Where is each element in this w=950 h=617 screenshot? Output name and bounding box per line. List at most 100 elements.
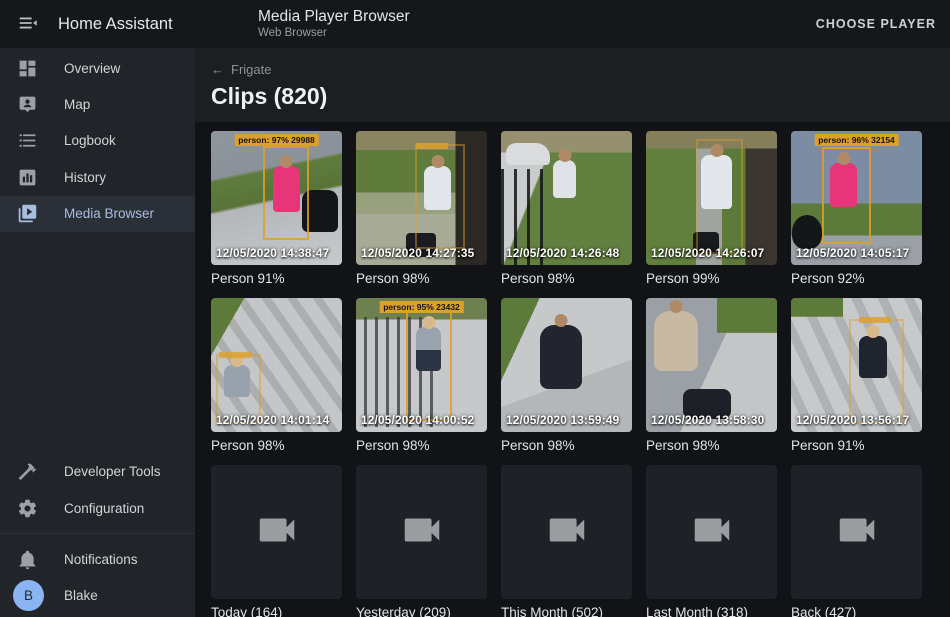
clip-label: Person 91% — [791, 438, 922, 453]
sidebar-item-label: Configuration — [64, 501, 144, 516]
clip-card[interactable]: 12/05/2020 14:26:07 Person 99% — [646, 131, 777, 286]
bell-icon — [17, 547, 41, 571]
clip-thumbnail: 12/05/2020 14:01:14 — [211, 298, 342, 432]
hammer-icon — [17, 460, 41, 484]
view-dashboard-icon — [17, 56, 41, 80]
folder-label: Today (164) — [211, 605, 342, 617]
media-player-title: Media Player Browser — [258, 7, 410, 26]
media-browser-header: Frigate Clips (820) — [195, 48, 950, 122]
media-player-subtitle: Web Browser — [258, 26, 410, 40]
folder-thumbnail — [791, 465, 922, 599]
clip-card[interactable]: 12/05/2020 14:01:14 Person 98% — [211, 298, 342, 453]
clip-card[interactable]: 12/05/2020 14:26:48 Person 98% — [501, 131, 632, 286]
sidebar-item-history[interactable]: History — [0, 159, 195, 195]
clip-label: Person 98% — [501, 271, 632, 286]
sidebar-item-label: Media Browser — [64, 206, 154, 221]
list-bulleted-icon — [17, 129, 41, 153]
person-figure — [654, 311, 698, 371]
clip-card[interactable]: person: 95% 23432 12/05/2020 14:00:52 Pe… — [356, 298, 487, 453]
folder-card-this-month[interactable]: This Month (502) — [501, 465, 632, 617]
clip-label: Person 98% — [356, 271, 487, 286]
clip-timestamp: 12/05/2020 14:01:14 — [216, 413, 329, 427]
clip-card[interactable]: 12/05/2020 13:59:49 Person 98% — [501, 298, 632, 453]
detection-bounding-box — [263, 146, 309, 240]
main-content: Frigate Clips (820) person: 97% 29988 12… — [195, 48, 950, 617]
play-box-multiple-icon — [17, 202, 41, 226]
sidebar-item-label: Logbook — [64, 133, 116, 148]
detection-bounding-box — [406, 307, 452, 421]
sidebar-item-logbook[interactable]: Logbook — [0, 123, 195, 159]
sidebar-item-label: Map — [64, 97, 90, 112]
sidebar-item-map[interactable]: Map — [0, 86, 195, 122]
clip-timestamp: 12/05/2020 13:56:17 — [796, 413, 909, 427]
sidebar-item-label: Overview — [64, 61, 120, 76]
car-figure — [506, 143, 550, 165]
sidebar-item-user-profile[interactable]: B Blake — [0, 578, 195, 614]
app-title: Home Assistant — [58, 15, 173, 34]
sidebar-item-label: History — [64, 170, 106, 185]
sidebar-item-developer-tools[interactable]: Developer Tools — [0, 453, 195, 489]
choose-player-button[interactable]: CHOOSE PLAYER — [816, 0, 936, 48]
media-player-header: Media Player Browser Web Browser — [258, 7, 410, 41]
sidebar-toggle-button[interactable] — [10, 6, 46, 42]
sidebar: Overview Map Logbook — [0, 48, 195, 617]
clip-thumbnail: 12/05/2020 14:26:48 — [501, 131, 632, 265]
clip-label: Person 98% — [211, 438, 342, 453]
folder-card-last-month[interactable]: Last Month (318) — [646, 465, 777, 617]
person-figure — [540, 325, 582, 389]
folder-card-yesterday[interactable]: Yesterday (209) — [356, 465, 487, 617]
sidebar-item-configuration[interactable]: Configuration — [0, 490, 195, 526]
person-figure — [553, 160, 576, 198]
page-title: Clips (820) — [211, 83, 934, 110]
video-camera-icon — [254, 507, 300, 558]
stroller-figure — [792, 215, 822, 249]
breadcrumb[interactable]: Frigate — [211, 62, 271, 77]
detection-label: person: 96% 32154 — [814, 134, 899, 146]
folder-label: Back (427) — [791, 605, 922, 617]
clip-card[interactable]: 12/05/2020 13:56:17 Person 91% — [791, 298, 922, 453]
folder-card-back[interactable]: Back (427) — [791, 465, 922, 617]
clip-label: Person 98% — [501, 438, 632, 453]
avatar: B — [13, 580, 44, 611]
clip-timestamp: 12/05/2020 14:05:17 — [796, 246, 909, 260]
clip-thumbnail: person: 97% 29988 12/05/2020 14:38:47 — [211, 131, 342, 265]
folder-thumbnail — [211, 465, 342, 599]
folder-card-today[interactable]: Today (164) — [211, 465, 342, 617]
video-camera-icon — [544, 507, 590, 558]
folder-label: This Month (502) — [501, 605, 632, 617]
back-arrow-icon — [211, 62, 231, 77]
video-camera-icon — [834, 507, 880, 558]
sidebar-item-overview[interactable]: Overview — [0, 50, 195, 86]
folder-label: Last Month (318) — [646, 605, 777, 617]
clip-timestamp: 12/05/2020 14:27:35 — [361, 246, 474, 260]
breadcrumb-label: Frigate — [231, 62, 271, 77]
sidebar-item-notifications[interactable]: Notifications — [0, 541, 195, 577]
clip-thumbnail: person: 96% 32154 12/05/2020 14:05:17 — [791, 131, 922, 265]
clip-thumbnail: 12/05/2020 13:58:30 — [646, 298, 777, 432]
map-account-icon — [17, 93, 41, 117]
menu-open-icon — [17, 12, 39, 37]
detection-label: person: 97% 29988 — [234, 134, 319, 146]
user-name-label: Blake — [64, 588, 98, 603]
folder-thumbnail — [356, 465, 487, 599]
clip-card[interactable]: 12/05/2020 14:27:35 Person 98% — [356, 131, 487, 286]
clip-label: Person 91% — [211, 271, 342, 286]
sidebar-divider — [0, 533, 195, 534]
video-camera-icon — [689, 507, 735, 558]
detection-label-small — [219, 352, 251, 358]
clip-thumbnail: 12/05/2020 13:59:49 — [501, 298, 632, 432]
folder-thumbnail — [646, 465, 777, 599]
folder-label: Yesterday (209) — [356, 605, 487, 617]
folder-thumbnail — [501, 465, 632, 599]
sidebar-item-media-browser[interactable]: Media Browser — [0, 196, 195, 232]
clip-card[interactable]: 12/05/2020 13:58:30 Person 98% — [646, 298, 777, 453]
detection-label-small — [859, 317, 891, 323]
gear-icon — [17, 496, 41, 520]
clip-label: Person 99% — [646, 271, 777, 286]
detection-label-small — [416, 143, 448, 149]
clip-card[interactable]: person: 96% 32154 12/05/2020 14:05:17 Pe… — [791, 131, 922, 286]
clip-label: Person 98% — [356, 438, 487, 453]
clip-thumbnail: 12/05/2020 14:27:35 — [356, 131, 487, 265]
sidebar-item-label: Developer Tools — [64, 464, 161, 479]
clip-card[interactable]: person: 97% 29988 12/05/2020 14:38:47 Pe… — [211, 131, 342, 286]
